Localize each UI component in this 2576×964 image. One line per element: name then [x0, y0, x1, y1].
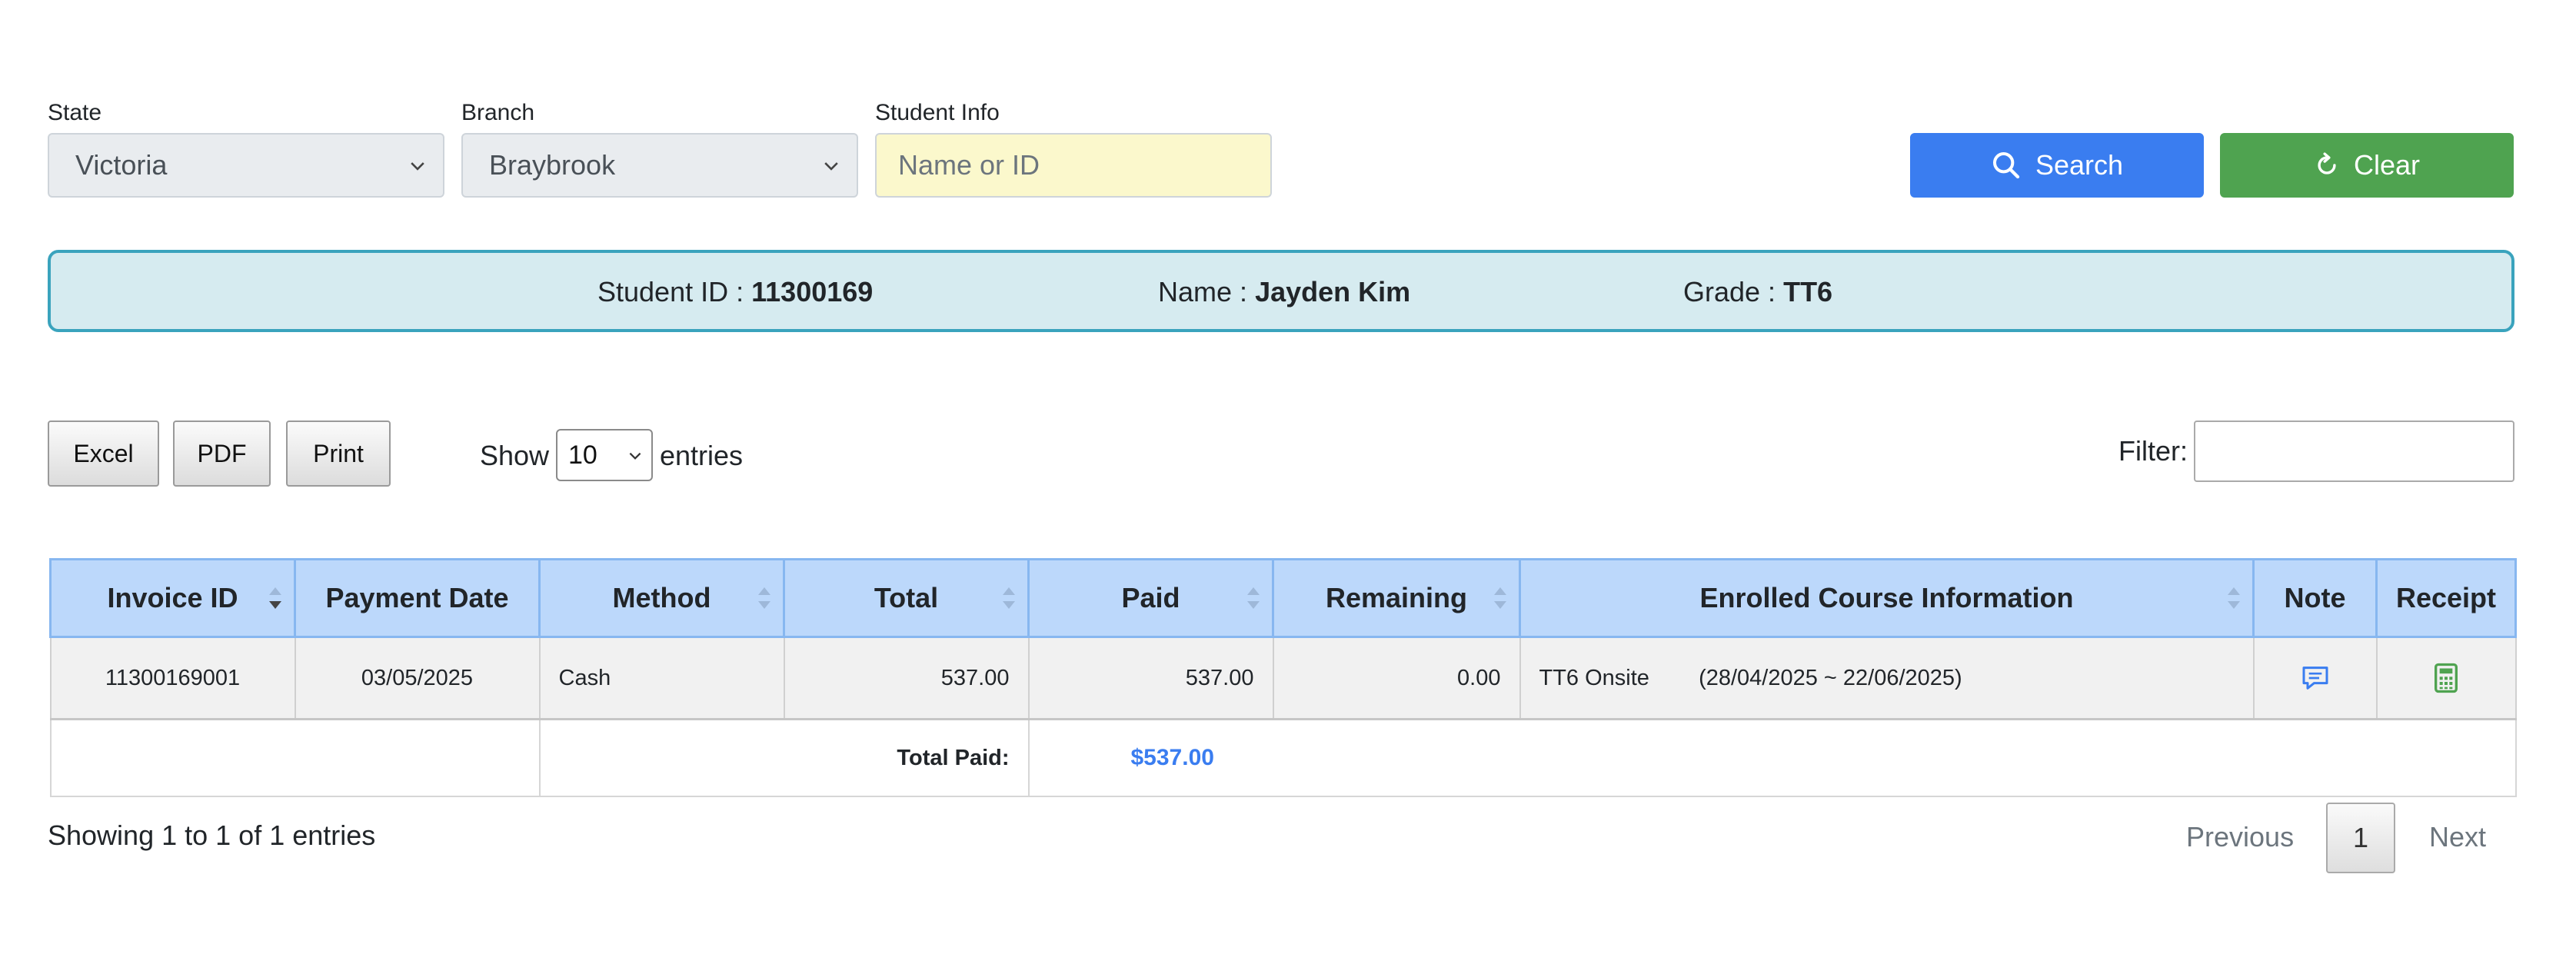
col-course-info[interactable]: Enrolled Course Information [1519, 558, 2255, 638]
col-payment-date-label: Payment Date [325, 582, 509, 613]
col-receipt: Receipt [2375, 558, 2517, 638]
invoice-table: Invoice ID Payment Date Method Total Pai… [49, 558, 2517, 797]
sort-icon [758, 587, 770, 609]
branch-label: Branch [461, 100, 535, 125]
student-info-label: Student Info [875, 100, 1000, 125]
col-paid[interactable]: Paid [1027, 558, 1274, 638]
next-page-button[interactable]: Next [2429, 821, 2486, 853]
chevron-down-icon [824, 162, 838, 171]
cell-receipt [2375, 636, 2517, 720]
footer-empty-cell [49, 718, 541, 797]
cell-total: 537.00 [783, 636, 1030, 720]
branch-select-value: Braybrook [489, 149, 616, 181]
cell-paid: 537.00 [1027, 636, 1274, 720]
student-id-value: 11300169 [751, 276, 874, 307]
student-grade-field: Grade : TT6 [1683, 276, 1832, 308]
cell-remaining: 0.00 [1272, 636, 1521, 720]
table-row: 11300169001 03/05/2025 Cash 537.00 537.0… [49, 636, 2517, 720]
filter-input[interactable] [2194, 421, 2514, 482]
student-grade-value: TT6 [1783, 276, 1833, 307]
col-remaining[interactable]: Remaining [1272, 558, 1521, 638]
entries-label: entries [660, 440, 744, 471]
refresh-icon [2318, 152, 2336, 175]
show-label: Show [480, 440, 550, 471]
col-note: Note [2252, 558, 2378, 638]
student-name-value: Jayden Kim [1255, 276, 1411, 307]
branch-select[interactable]: Braybrook [461, 133, 858, 198]
total-paid-label: Total Paid: [538, 718, 1030, 797]
col-total-label: Total [874, 582, 939, 613]
course-period: (28/04/2025 ~ 22/06/2025) [1699, 665, 1962, 690]
cell-invoice-id: 11300169001 [49, 636, 296, 720]
table-footer-row: Total Paid: $537.00 [49, 718, 2517, 797]
student-name-field: Name : Jayden Kim [1158, 276, 1410, 308]
col-remaining-label: Remaining [1325, 582, 1468, 613]
cell-payment-date: 03/05/2025 [294, 636, 541, 720]
col-course-info-label: Enrolled Course Information [1699, 582, 2074, 613]
filter-label: Filter: [2118, 435, 2188, 467]
sort-icon [1003, 587, 1015, 609]
total-paid-value: $537.00 [1027, 718, 2517, 797]
page-button-current[interactable]: 1 [2326, 803, 2395, 873]
col-method-label: Method [612, 582, 711, 613]
col-invoice-id[interactable]: Invoice ID [49, 558, 296, 638]
clear-button[interactable]: Clear [2220, 133, 2514, 198]
comment-icon[interactable] [2300, 663, 2331, 693]
table-info-summary: Showing 1 to 1 of 1 entries [48, 819, 376, 851]
student-id-field: Student ID : 11300169 [597, 276, 873, 308]
col-method[interactable]: Method [538, 558, 785, 638]
chevron-down-icon [411, 162, 424, 171]
col-payment-date[interactable]: Payment Date [294, 558, 541, 638]
chevron-down-icon [629, 452, 641, 460]
print-button[interactable]: Print [286, 421, 391, 487]
previous-page-button[interactable]: Previous [2186, 821, 2294, 853]
student-info-banner: Student ID : 11300169 Name : Jayden Kim … [48, 250, 2514, 332]
search-button-label: Search [2035, 149, 2124, 181]
sort-icon [2228, 587, 2240, 609]
state-select[interactable]: Victoria [48, 133, 444, 198]
sort-icon [1494, 587, 1506, 609]
entries-select[interactable]: 10 [556, 429, 653, 481]
col-invoice-id-label: Invoice ID [107, 582, 238, 613]
excel-button[interactable]: Excel [48, 421, 159, 487]
col-paid-label: Paid [1121, 582, 1180, 613]
pdf-button[interactable]: PDF [173, 421, 271, 487]
col-note-label: Note [2284, 582, 2346, 613]
course-name: TT6 Onsite [1539, 665, 1649, 690]
calculator-icon[interactable] [2433, 663, 2459, 693]
col-total[interactable]: Total [783, 558, 1030, 638]
cell-method: Cash [538, 636, 785, 720]
col-receipt-label: Receipt [2395, 582, 2497, 613]
state-label: State [48, 100, 102, 125]
search-button[interactable]: Search [1910, 133, 2204, 198]
state-select-value: Victoria [75, 149, 168, 181]
entries-select-value: 10 [568, 440, 597, 470]
student-grade-label: Grade : [1683, 276, 1776, 307]
student-info-placeholder: Name or ID [898, 149, 1040, 181]
cell-course-info: TT6 Onsite (28/04/2025 ~ 22/06/2025) [1519, 636, 2255, 720]
clear-button-label: Clear [2353, 149, 2421, 181]
student-info-input[interactable]: Name or ID [875, 133, 1272, 198]
student-id-label: Student ID : [597, 276, 744, 307]
student-name-label: Name : [1158, 276, 1248, 307]
sort-icon [1247, 587, 1260, 609]
cell-note [2252, 636, 2378, 720]
search-icon [1992, 152, 2020, 179]
sort-desc-icon [269, 587, 281, 609]
